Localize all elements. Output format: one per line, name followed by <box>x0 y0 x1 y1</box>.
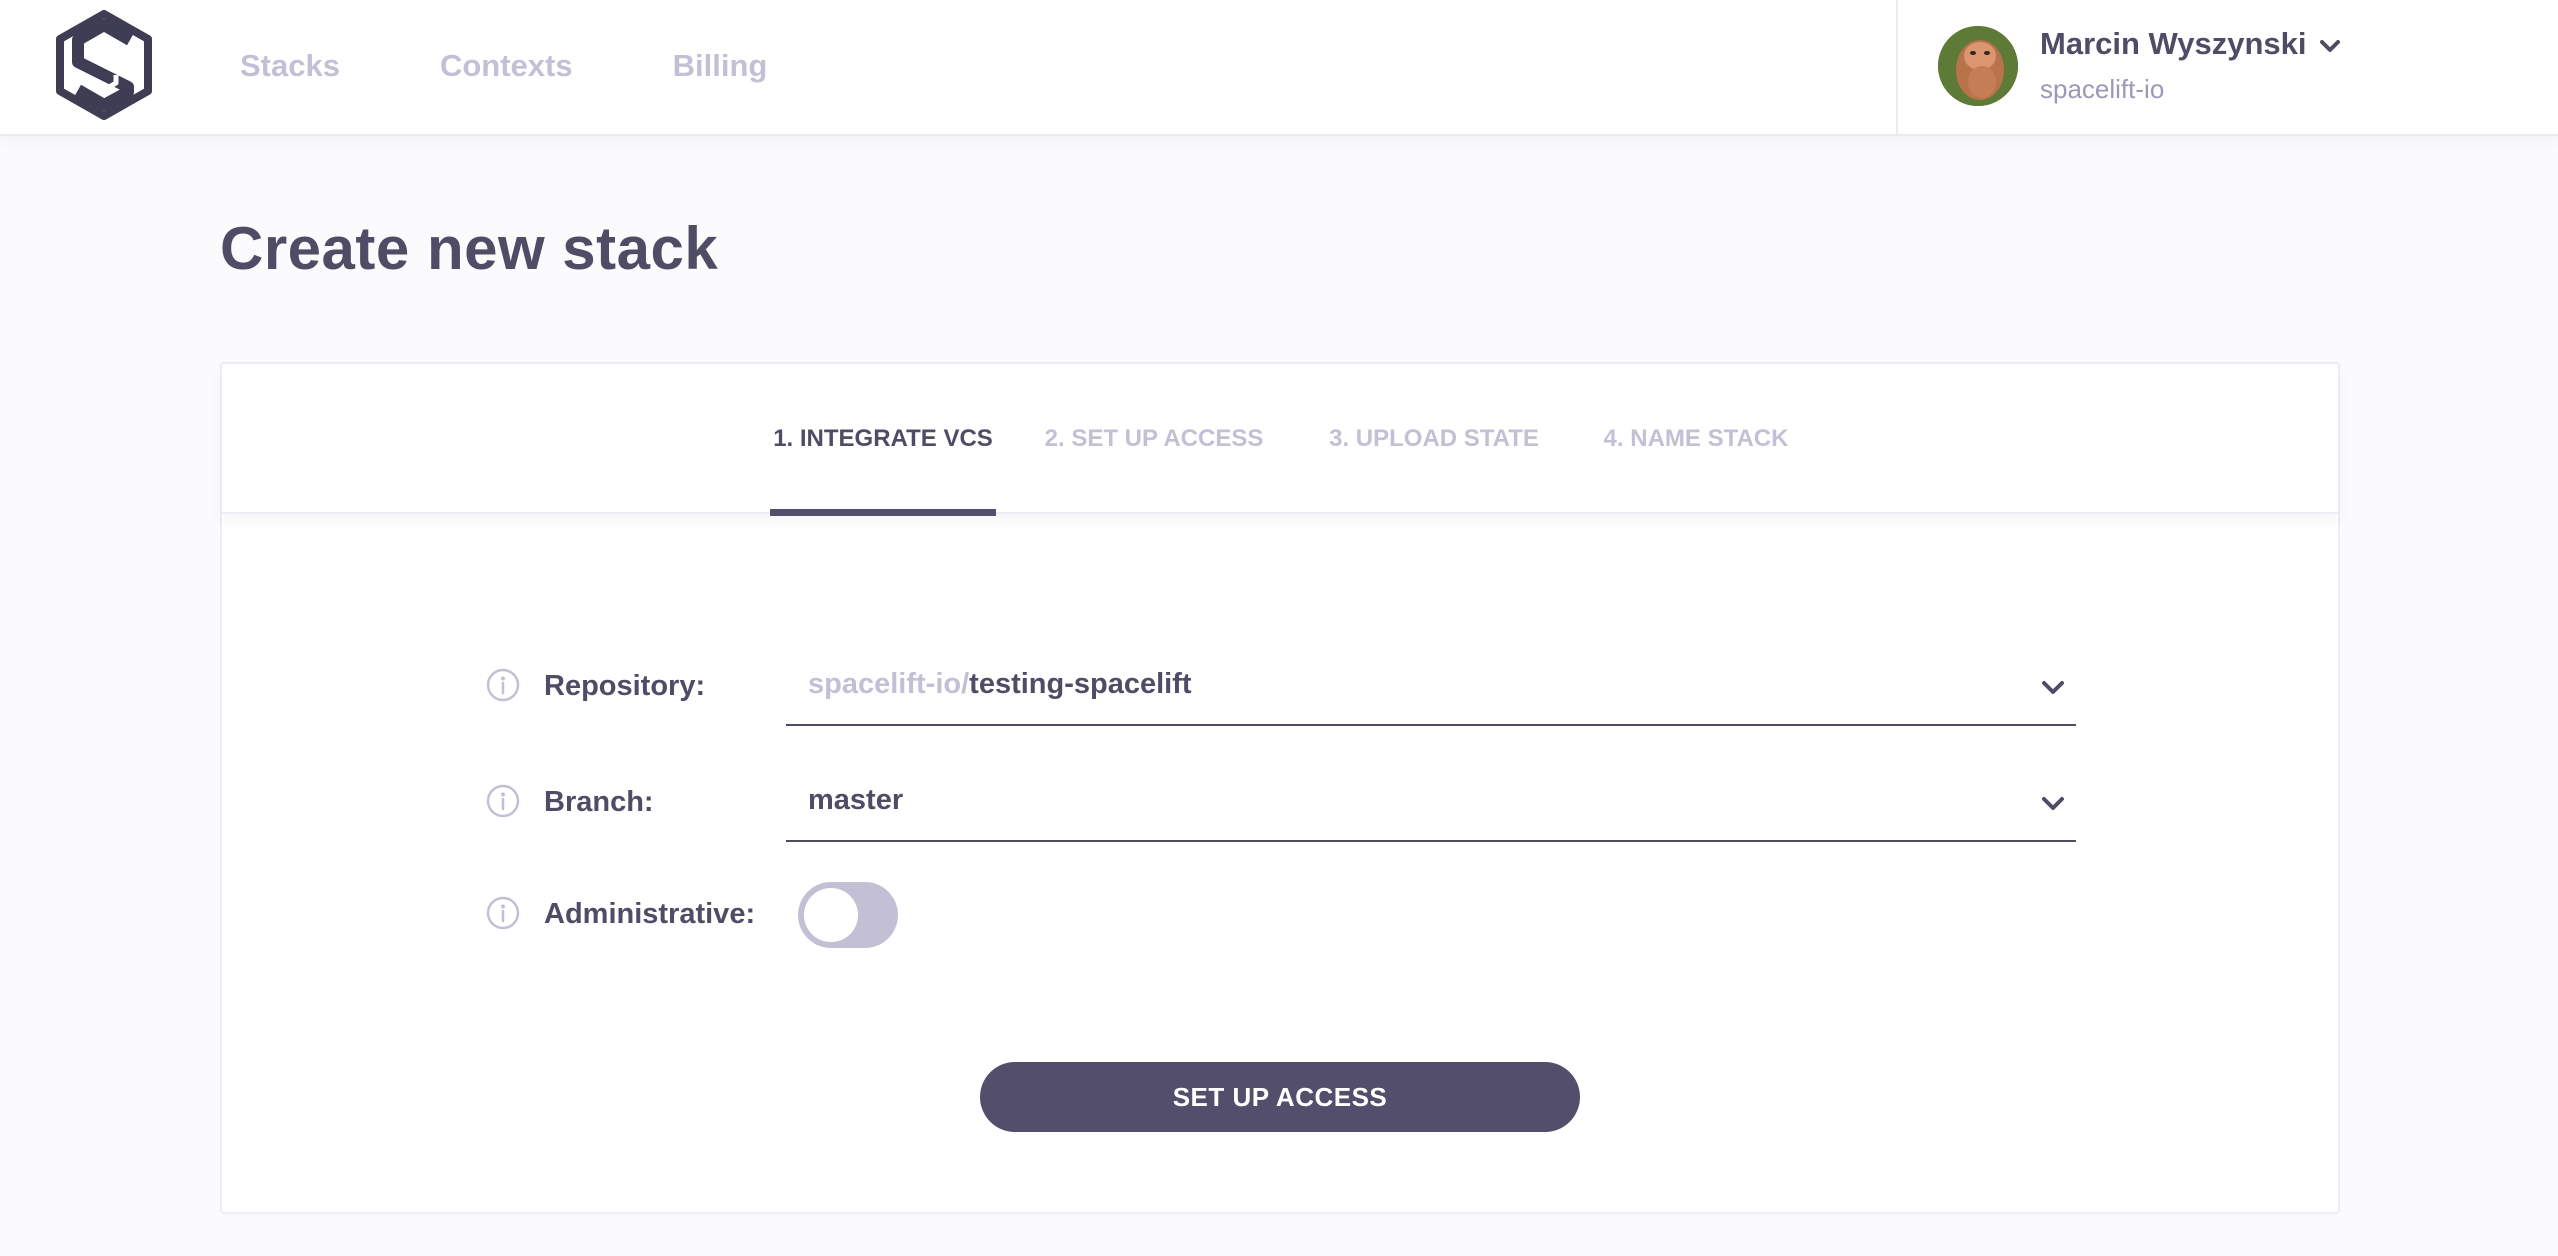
branch-value: master <box>808 784 904 816</box>
wizard-steps: 1. INTEGRATE VCS 2. SET UP ACCESS 3. UPL… <box>222 364 2338 516</box>
avatar[interactable] <box>1938 26 2018 106</box>
step-integrate-vcs[interactable]: 1. INTEGRATE VCS <box>770 364 996 516</box>
repository-name: testing-spacelift <box>969 668 1192 700</box>
step-upload-state[interactable]: 3. UPLOAD STATE <box>1329 364 1539 514</box>
nav-stacks[interactable]: Stacks <box>240 48 340 84</box>
toggle-knob <box>804 888 858 942</box>
branch-label: Branch: <box>544 786 654 818</box>
chevron-down-icon[interactable] <box>2038 788 2068 818</box>
set-up-access-button[interactable]: SET UP ACCESS <box>980 1062 1580 1132</box>
administrative-toggle[interactable] <box>798 882 898 948</box>
chevron-down-icon[interactable] <box>2316 32 2344 60</box>
step-set-up-access[interactable]: 2. SET UP ACCESS <box>1045 364 1264 514</box>
page-title: Create new stack <box>220 215 719 282</box>
info-icon[interactable] <box>486 668 520 702</box>
administrative-label: Administrative: <box>544 898 756 930</box>
repository-owner: spacelift-io/ <box>808 668 970 700</box>
create-stack-card: 1. INTEGRATE VCS 2. SET UP ACCESS 3. UPL… <box>220 362 2340 1214</box>
nav-billing[interactable]: Billing <box>673 48 768 84</box>
user-name[interactable]: Marcin Wyszynski <box>2040 26 2306 62</box>
top-bar: Stacks Contexts Billing Marcin Wyszynski… <box>0 0 2558 136</box>
main-nav: Stacks Contexts Billing <box>240 0 867 132</box>
info-icon[interactable] <box>486 896 520 930</box>
avatar-image <box>1938 26 2018 106</box>
repository-label: Repository: <box>544 670 706 702</box>
info-icon[interactable] <box>486 784 520 818</box>
spacelift-logo-icon[interactable] <box>56 10 152 120</box>
nav-contexts[interactable]: Contexts <box>440 48 573 84</box>
user-menu[interactable]: Marcin Wyszynski spacelift-io <box>1896 0 2558 134</box>
chevron-down-icon[interactable] <box>2038 672 2068 702</box>
step-name-stack[interactable]: 4. NAME STACK <box>1604 364 1789 514</box>
repository-value: spacelift-io/testing-spacelift <box>808 668 1192 701</box>
user-org: spacelift-io <box>2040 74 2165 104</box>
repository-select[interactable]: spacelift-io/testing-spacelift <box>786 654 2076 726</box>
branch-select[interactable]: master <box>786 770 2076 842</box>
